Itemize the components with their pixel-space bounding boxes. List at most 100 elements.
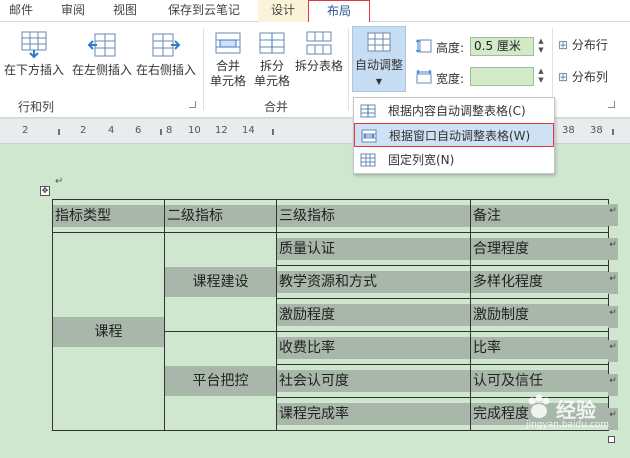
header-tertiary-indicator: 三级指标	[277, 205, 470, 227]
header-indicator-type: 指标类型	[53, 205, 164, 227]
rows-columns-launcher-icon[interactable]	[189, 101, 196, 108]
insert-left-icon	[87, 33, 116, 57]
ruler-number: 12	[215, 125, 228, 136]
table-cell[interactable]: 教学资源和方式	[276, 265, 471, 299]
note-text: 比率	[471, 337, 608, 359]
ruler-column-marker[interactable]	[58, 129, 60, 135]
autofit-window-icon	[361, 129, 377, 143]
ruler-column-marker[interactable]	[612, 129, 614, 135]
table-cell[interactable]: 合理程度	[470, 232, 609, 266]
group-rows-columns-label: 行和列	[18, 100, 55, 114]
distribute-columns-icon: ⊞	[558, 70, 569, 84]
autofit-label: 自动调整	[354, 58, 403, 72]
menu-item-autofit-window[interactable]: 根据窗口自动调整表格(W)	[354, 123, 554, 147]
distribute-rows-button[interactable]: ⊞ 分布行	[558, 38, 624, 53]
menu-item-autofit-contents[interactable]: 根据内容自动调整表格(C)	[354, 99, 554, 123]
split-cells-button[interactable]: 拆分 单元格	[250, 30, 294, 89]
table-header-cell[interactable]: 二级指标	[164, 199, 277, 233]
menu-item-fixed-column-width[interactable]: 固定列宽(N)	[354, 148, 554, 172]
cell-size-launcher-icon[interactable]	[608, 101, 615, 108]
table-row: 指标类型 二级指标 三级指标 备注	[52, 199, 609, 233]
merge-cells-button[interactable]: 合并 单元格	[206, 30, 250, 89]
ruler-number: 8	[166, 125, 173, 136]
merge-cells-label-1: 合并	[215, 59, 240, 73]
split-table-icon	[306, 31, 332, 55]
ruler-number: 10	[188, 125, 201, 136]
ruler-column-marker[interactable]	[272, 129, 274, 135]
group-separator	[203, 28, 204, 110]
insert-right-button[interactable]: 在右侧插入	[134, 30, 198, 78]
header-notes: 备注	[471, 205, 608, 227]
table-cell-subcategory[interactable]: 课程建设	[164, 232, 277, 332]
note-text: 激励制度	[471, 304, 608, 326]
width-spinner-icon[interactable]: ▲ ▼	[535, 67, 547, 86]
width-label: 宽度:	[436, 72, 465, 86]
insert-left-label: 在左侧插入	[71, 63, 132, 77]
menu-item-label: 根据内容自动调整表格(C)	[388, 104, 526, 118]
baidu-jingyan-watermark: 经验 jingyan.baidu.com	[524, 392, 624, 432]
ruler-number: 38	[562, 125, 575, 136]
ruler-number: 2	[22, 125, 29, 136]
table-header-cell[interactable]: 备注	[470, 199, 609, 233]
table-cell[interactable]: 激励制度	[470, 298, 609, 332]
autofit-button[interactable]: 自动调整 ▼	[352, 26, 406, 92]
level3-text: 社会认可度	[277, 370, 470, 392]
tab-mailings[interactable]: 邮件	[6, 0, 36, 22]
tab-design[interactable]: 设计	[258, 0, 308, 22]
tab-view[interactable]: 视图	[110, 0, 140, 22]
table-cell[interactable]: 多样化程度	[470, 265, 609, 299]
ribbon-tab-bar: 邮件 审阅 视图 保存到云笔记 设计 布局	[0, 0, 630, 22]
table-header-cell[interactable]: 三级指标	[276, 199, 471, 233]
ruler-number: 38	[590, 125, 603, 136]
watermark-url: jingyan.baidu.com	[526, 420, 610, 430]
table-resize-handle-icon[interactable]	[608, 436, 615, 443]
split-cells-icon	[259, 32, 285, 54]
split-cells-label-2: 单元格	[253, 74, 290, 88]
tab-review[interactable]: 审阅	[58, 0, 88, 22]
distribute-rows-icon: ⊞	[558, 38, 569, 52]
note-text: 多样化程度	[471, 271, 608, 293]
row-height-input[interactable]: 0.5 厘米	[470, 37, 534, 56]
ruler-column-marker[interactable]	[160, 129, 162, 135]
table-header-cell[interactable]: 指标类型	[52, 199, 165, 233]
table-move-handle-icon[interactable]: ✥	[40, 186, 50, 196]
merge-cells-label-2: 单元格	[209, 74, 246, 88]
level3-text: 教学资源和方式	[277, 271, 470, 293]
table-cell[interactable]: 课程完成率	[276, 397, 471, 431]
autofit-icon	[367, 32, 391, 52]
watermark-text: 经验	[556, 398, 596, 422]
level3-text: 课程完成率	[277, 403, 470, 425]
row-end-mark: ↵	[608, 340, 618, 362]
group-merge-label: 合并	[264, 100, 289, 114]
height-spinner-icon[interactable]: ▲ ▼	[535, 37, 547, 56]
table-cell[interactable]: 质量认证	[276, 232, 471, 266]
row-end-mark: ↵	[608, 306, 618, 328]
column-width-icon	[416, 70, 432, 84]
distribute-columns-button[interactable]: ⊞ 分布列	[558, 70, 624, 85]
table-row: 课程 课程建设 质量认证 合理程度	[52, 232, 609, 431]
tab-save-to-cloud-note[interactable]: 保存到云笔记	[162, 0, 246, 22]
row-end-mark: ↵	[608, 272, 618, 294]
table-cell-category[interactable]: 课程	[52, 232, 165, 431]
table-cell-subcategory[interactable]: 平台把控	[164, 331, 277, 431]
ruler-number: 14	[242, 125, 255, 136]
subcategory-label: 平台把控	[165, 366, 276, 396]
table-cell[interactable]: 比率	[470, 331, 609, 365]
split-table-label: 拆分表格	[294, 59, 343, 73]
insert-below-label: 在下方插入	[3, 63, 64, 77]
subcategory-label: 课程建设	[165, 267, 276, 297]
row-end-mark: ↵	[608, 238, 618, 260]
table-cell[interactable]: 社会认可度	[276, 364, 471, 398]
table-cell[interactable]: 收费比率	[276, 331, 471, 365]
distribute-columns-label: 分布列	[571, 70, 608, 84]
insert-right-label: 在右侧插入	[135, 63, 196, 77]
table-cell[interactable]: 激励程度	[276, 298, 471, 332]
insert-below-button[interactable]: 在下方插入	[2, 30, 66, 78]
column-width-input[interactable]	[470, 67, 534, 86]
split-table-button[interactable]: 拆分表格	[292, 30, 346, 74]
insert-left-button[interactable]: 在左侧插入	[70, 30, 134, 78]
tab-layout[interactable]: 布局	[308, 0, 370, 22]
row-height-icon	[416, 39, 432, 53]
ruler-number: 2	[80, 125, 87, 136]
note-text: 认可及信任	[471, 370, 608, 392]
